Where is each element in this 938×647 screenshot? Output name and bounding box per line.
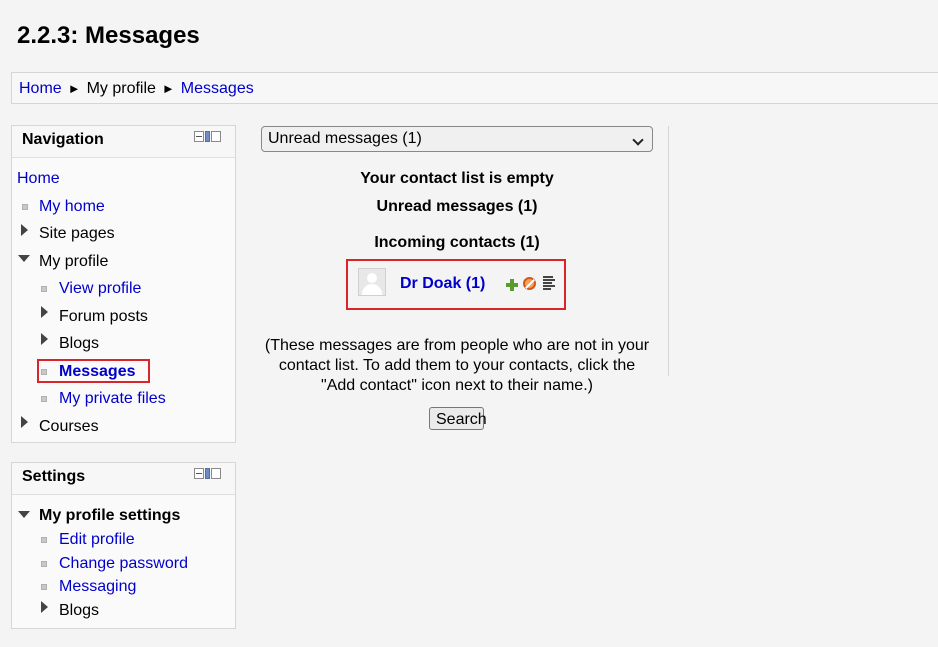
nav-home[interactable]: Home bbox=[17, 170, 60, 188]
breadcrumb-profile: My profile bbox=[86, 80, 156, 97]
bullet-icon bbox=[41, 561, 47, 567]
incoming-contacts-heading: Incoming contacts (1) bbox=[374, 234, 540, 251]
unread-messages-heading: Unread messages (1) bbox=[376, 198, 538, 215]
settings-messaging[interactable]: Messaging bbox=[59, 578, 136, 596]
block-contact-icon[interactable] bbox=[523, 277, 536, 290]
settings-edit-profile[interactable]: Edit profile bbox=[59, 531, 135, 549]
dock-icon[interactable] bbox=[205, 468, 210, 479]
collapse-icon[interactable] bbox=[194, 468, 204, 479]
search-button[interactable]: Search bbox=[429, 407, 487, 430]
contact-row: Dr Doak (1) bbox=[346, 259, 566, 310]
column-divider bbox=[668, 126, 669, 376]
navigation-block-header: Navigation bbox=[12, 126, 235, 158]
breadcrumb-separator: ► bbox=[67, 81, 81, 96]
message-view-select[interactable]: Unread messages (1) bbox=[261, 126, 653, 152]
navigation-title: Navigation bbox=[22, 131, 104, 148]
message-view-select-value: Unread messages (1) bbox=[268, 130, 422, 147]
expand-arrow-icon[interactable] bbox=[41, 306, 48, 318]
expand-arrow-icon[interactable] bbox=[41, 601, 48, 613]
bullet-icon bbox=[41, 537, 47, 543]
block-controls bbox=[194, 468, 221, 479]
move-icon[interactable] bbox=[211, 468, 221, 479]
breadcrumb: Home ► My profile ► Messages bbox=[11, 72, 938, 104]
settings-block: Settings My profile settings Edit profil… bbox=[11, 462, 236, 629]
nav-courses[interactable]: Courses bbox=[39, 418, 99, 436]
contact-list-status: Your contact list is empty bbox=[360, 170, 554, 187]
nav-view-profile[interactable]: View profile bbox=[59, 280, 141, 298]
message-history-icon[interactable] bbox=[543, 276, 555, 290]
nav-my-home[interactable]: My home bbox=[39, 198, 105, 216]
bullet-icon bbox=[41, 584, 47, 590]
bullet-icon bbox=[41, 369, 47, 375]
expand-arrow-icon[interactable] bbox=[21, 416, 28, 428]
breadcrumb-messages[interactable]: Messages bbox=[181, 80, 254, 97]
incoming-contacts-info: (These messages are from people who are … bbox=[264, 337, 650, 394]
nav-forum-posts[interactable]: Forum posts bbox=[59, 308, 148, 326]
settings-my-profile[interactable]: My profile settings bbox=[39, 507, 180, 525]
nav-private-files[interactable]: My private files bbox=[59, 390, 166, 408]
chevron-down-icon bbox=[632, 134, 644, 146]
move-icon[interactable] bbox=[211, 131, 221, 142]
nav-site-pages[interactable]: Site pages bbox=[39, 225, 115, 243]
dock-icon[interactable] bbox=[205, 131, 210, 142]
settings-block-header: Settings bbox=[12, 463, 235, 495]
expand-arrow-icon[interactable] bbox=[21, 224, 28, 236]
expand-arrow-icon[interactable] bbox=[41, 333, 48, 345]
nav-blogs[interactable]: Blogs bbox=[59, 335, 99, 353]
settings-blogs[interactable]: Blogs bbox=[59, 602, 99, 620]
nav-my-profile[interactable]: My profile bbox=[39, 253, 108, 271]
collapse-arrow-icon[interactable] bbox=[18, 255, 30, 262]
settings-change-password[interactable]: Change password bbox=[59, 555, 188, 573]
navigation-block: Navigation Home My home Site pages My pr… bbox=[11, 125, 236, 443]
bullet-icon bbox=[22, 204, 28, 210]
collapse-icon[interactable] bbox=[194, 131, 204, 142]
add-contact-icon[interactable] bbox=[506, 279, 518, 291]
bullet-icon bbox=[41, 396, 47, 402]
contact-name-link[interactable]: Dr Doak (1) bbox=[400, 275, 485, 293]
collapse-arrow-icon[interactable] bbox=[18, 511, 30, 518]
breadcrumb-home[interactable]: Home bbox=[19, 80, 62, 97]
nav-messages[interactable]: Messages bbox=[59, 363, 136, 381]
settings-title: Settings bbox=[22, 468, 86, 485]
breadcrumb-separator: ► bbox=[161, 81, 175, 96]
block-controls bbox=[194, 131, 221, 142]
avatar[interactable] bbox=[358, 268, 386, 296]
page-title: 2.2.3: Messages bbox=[17, 22, 200, 49]
bullet-icon bbox=[41, 286, 47, 292]
